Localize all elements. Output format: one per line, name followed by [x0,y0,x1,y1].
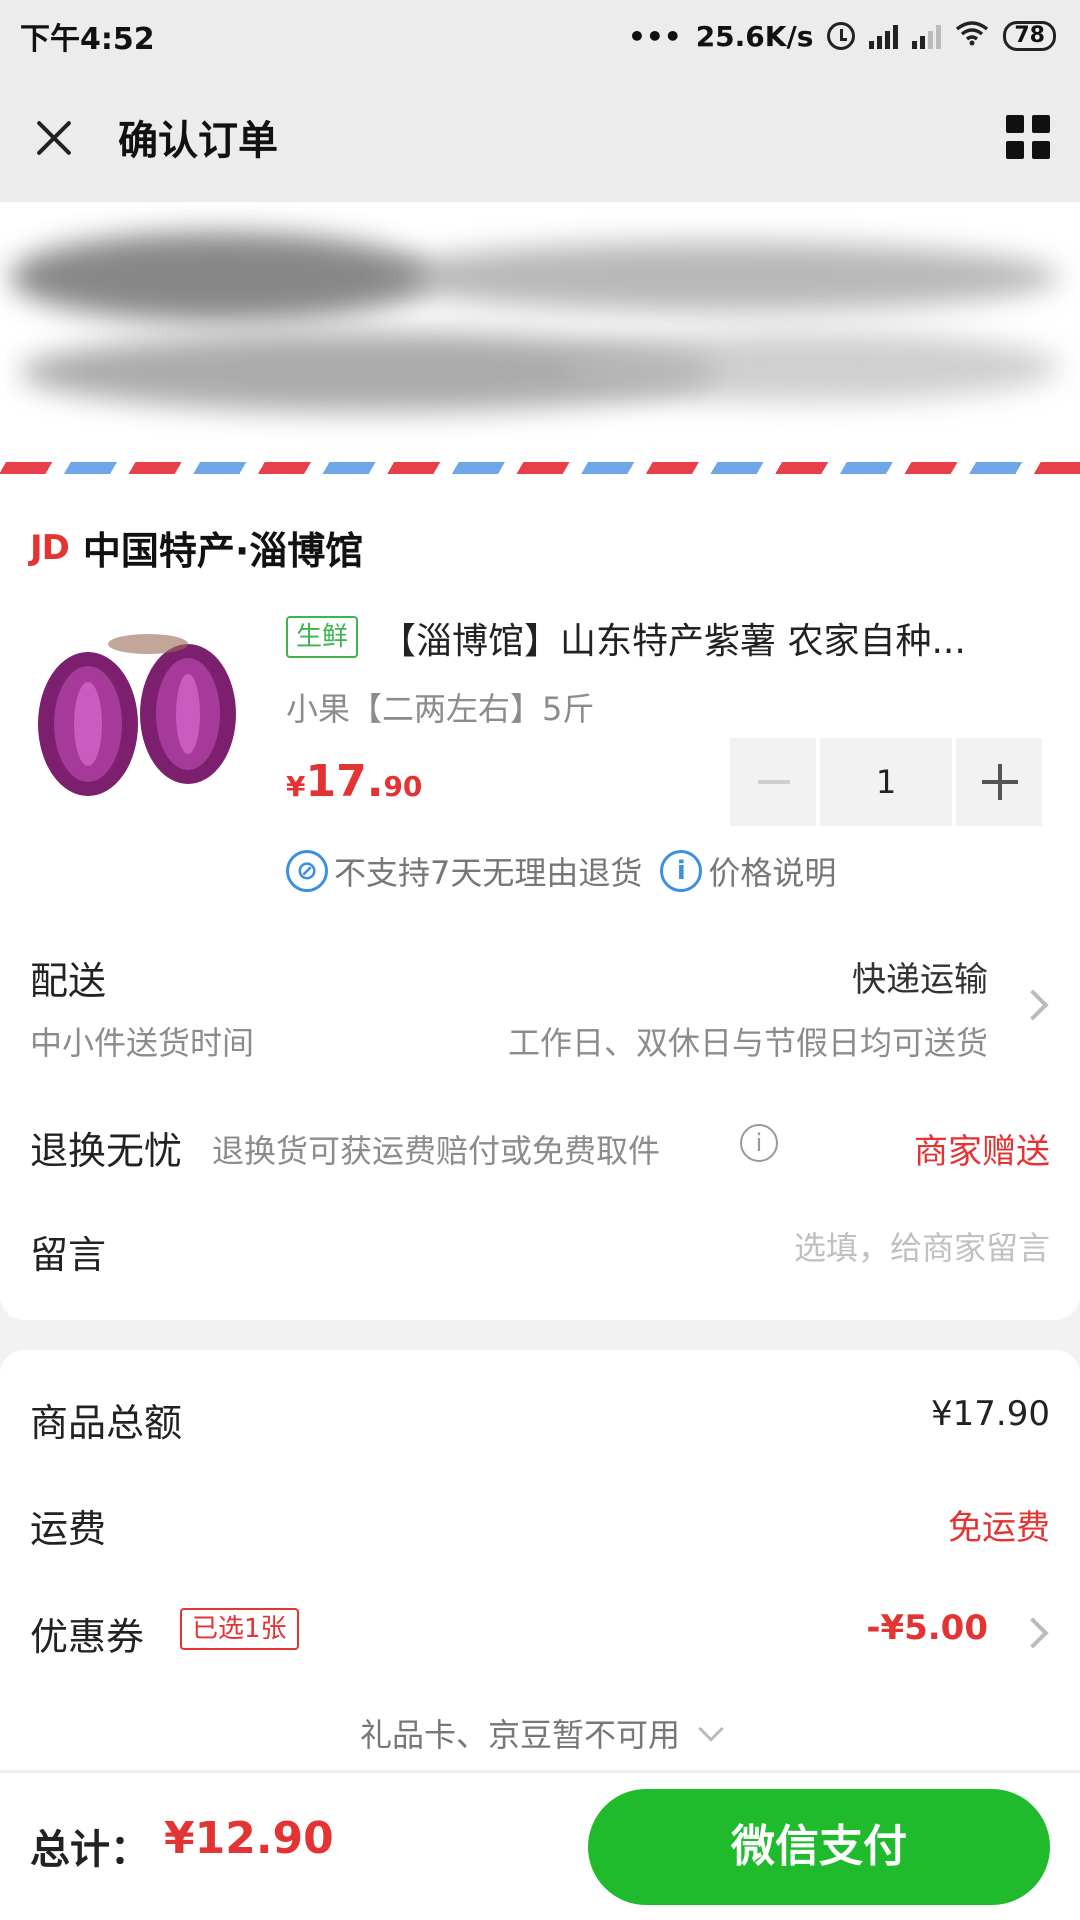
hd-signal-icon [912,23,942,49]
product-title[interactable]: 【淄博馆】山东特产紫薯 农家自种... [380,612,1050,664]
delivery-label: 配送 [30,959,107,1003]
decrease-button[interactable] [730,738,816,826]
delivery-method[interactable]: 快递运输 [852,952,988,1001]
return-info-icon[interactable]: i [740,1124,778,1162]
quantity-value[interactable]: 1 [820,738,952,826]
network-speed: 25.6K/s [695,19,814,53]
gift-card-row[interactable]: 礼品卡、京豆暂不可用 [0,1710,1080,1756]
coupon-chevron-right-icon[interactable] [1017,1617,1049,1649]
gift-card-text: 礼品卡、京豆暂不可用 [359,1716,680,1754]
status-time: 下午4:52 [20,22,155,57]
product-price: ¥17.90 [286,756,422,807]
close-icon[interactable] [30,113,78,161]
increase-button[interactable] [956,738,1042,826]
grid-menu-icon[interactable] [1006,115,1050,159]
redacted-address-blur [10,232,430,322]
goods-total-label: 商品总额 [30,1401,183,1445]
signal-icon [869,23,899,49]
more-dots-icon: ••• [627,19,682,53]
shop-name: 中国特产·淄博馆 [82,529,364,573]
message-label: 留言 [30,1233,107,1277]
fresh-tag: 生鲜 [286,616,359,658]
order-card: JD 中国特产·淄博馆 生鲜 【淄博馆】山东特产紫薯 农家自种... 小果【二两… [0,484,1080,1320]
goods-total-value: ¥17.90 [931,1394,1050,1434]
coupon-value[interactable]: -¥5.00 [866,1608,988,1648]
price-integer: 17. [305,756,384,807]
redacted-address-blur [560,332,1060,402]
shipping-value: 免运费 [948,1508,1050,1548]
nav-bar: 确认订单 [0,72,1080,202]
product-image[interactable] [28,614,258,814]
address-section[interactable] [0,202,1080,484]
airmail-border [0,462,1080,474]
info-icon: i [660,850,703,892]
no-return-text[interactable]: 不支持7天无理由退货 [334,848,642,894]
status-icons: ••• 25.6K/s 78 [628,20,1056,53]
delivery-chevron-right-icon[interactable] [1017,989,1049,1021]
redacted-address-blur [380,242,1060,312]
total-label: 总计： [30,1827,150,1873]
message-input[interactable] [630,1220,1050,1276]
wifi-icon [955,20,989,53]
quantity-stepper: 1 [730,738,1042,826]
product-spec: 小果【二两左右】5斤 [286,690,595,728]
price-decimal: 90 [383,770,423,803]
delivery-time-value: 工作日、双休日与节假日均可送货 [507,1024,988,1062]
return-service-value: 商家赠送 [914,1132,1050,1172]
shop-row[interactable]: JD 中国特产·淄博馆 [30,520,363,575]
chevron-down-icon [698,1716,724,1742]
product-notices: ⊘ 不支持7天无理由退货 i 价格说明 [286,848,836,894]
battery-icon: 78 [1003,21,1056,51]
shipping-label: 运费 [30,1507,107,1551]
checkout-bar: 总计： ¥12.90 微信支付 [0,1772,1080,1920]
alarm-icon [827,22,856,50]
delivery-time-label: 中小件送货时间 [30,1024,255,1062]
status-bar: 下午4:52 ••• 25.6K/s 78 [0,0,1080,72]
no-return-icon: ⊘ [286,850,328,892]
return-service-desc: 退换货可获运费赔付或免费取件 [212,1132,661,1170]
coupon-selected-badge: 已选1张 [180,1608,299,1650]
price-info-link[interactable]: 价格说明 [708,848,836,894]
jd-logo: JD [30,527,70,568]
summary-card: 商品总额 ¥17.90 运费 免运费 优惠券 已选1张 -¥5.00 礼品卡、京… [0,1350,1080,1770]
total-value: ¥12.90 [164,1813,334,1864]
coupon-label[interactable]: 优惠券 [30,1606,144,1661]
return-service-label: 退换无忧 [30,1129,183,1173]
page-title: 确认订单 [118,118,278,164]
price-symbol: ¥ [286,770,306,803]
wechat-pay-button[interactable]: 微信支付 [588,1789,1050,1905]
